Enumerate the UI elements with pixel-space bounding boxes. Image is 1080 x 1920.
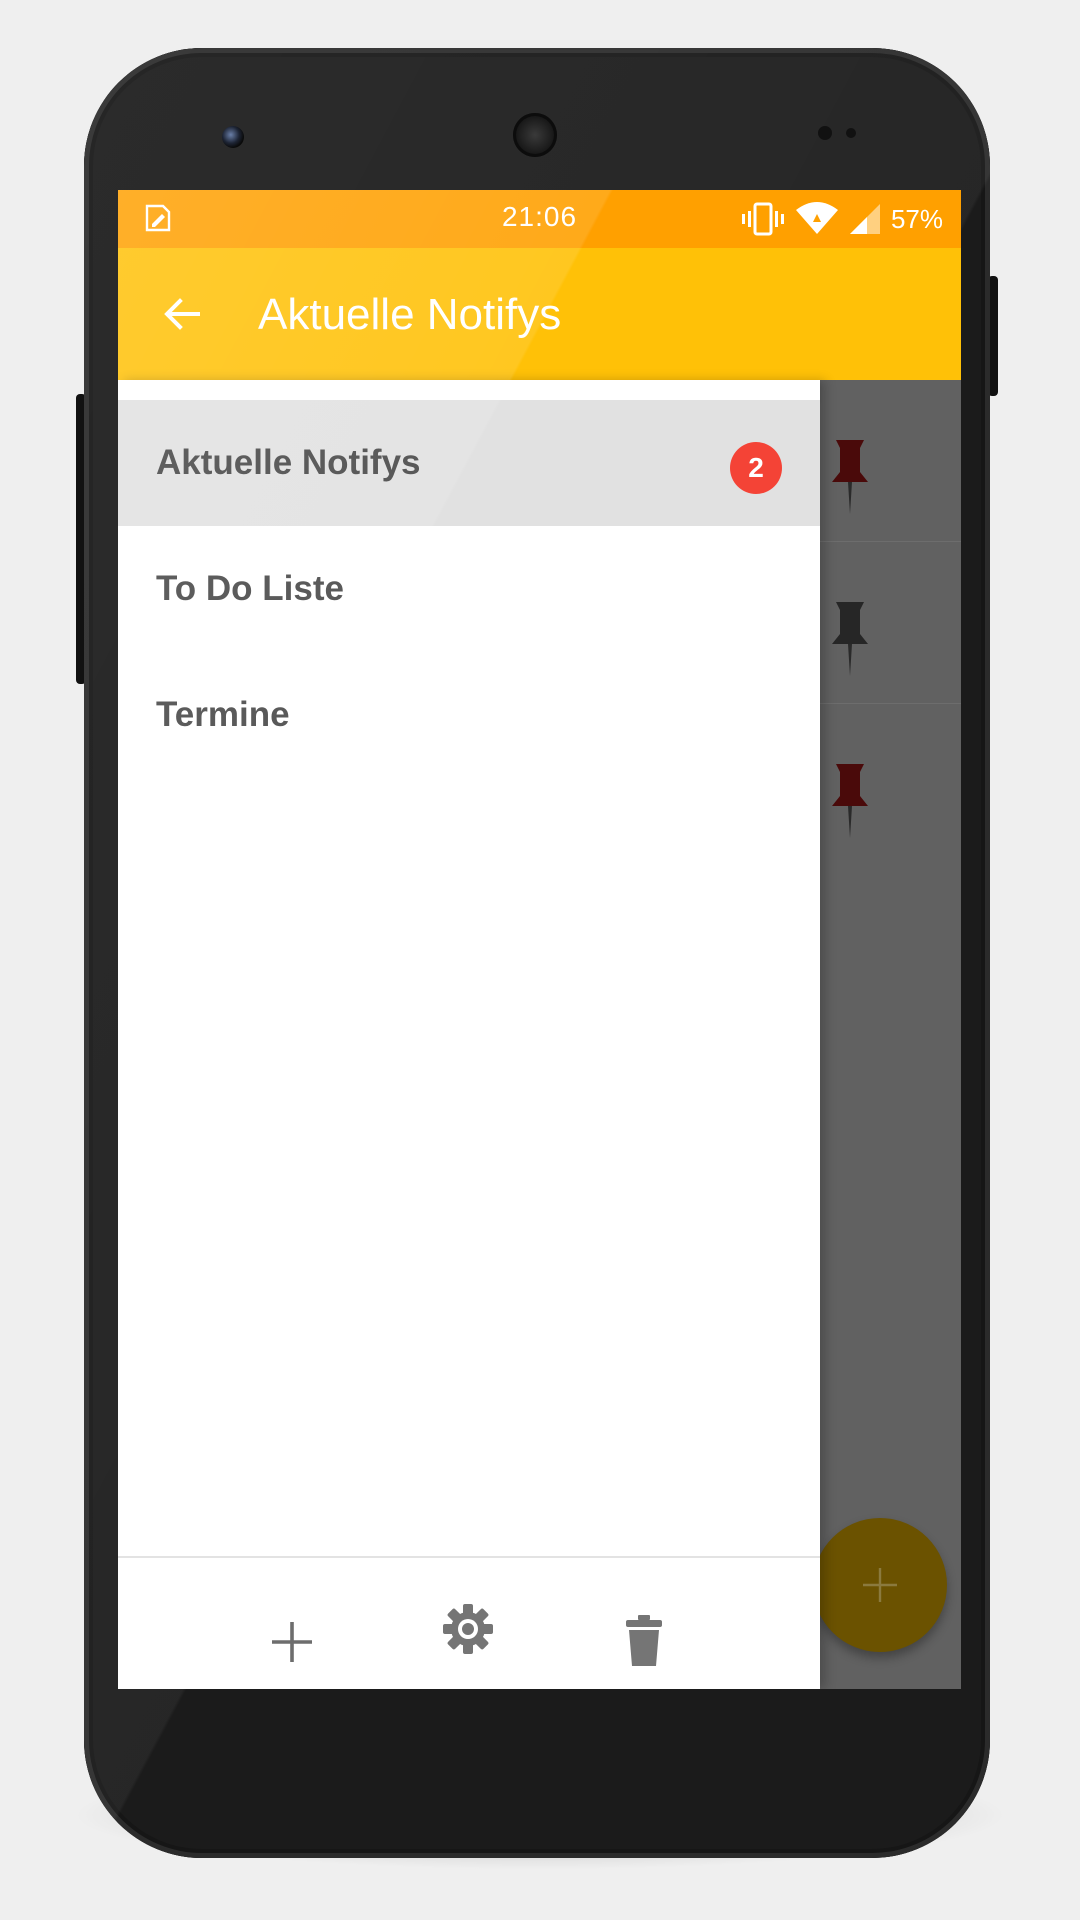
drawer-top-shadow — [118, 380, 820, 400]
list-item — [818, 542, 961, 704]
list-item — [818, 380, 961, 542]
proximity-sensor — [818, 126, 832, 140]
navigation-drawer: Aktuelle Notifys 2 To Do Liste Termine — [118, 380, 820, 1689]
count-badge: 2 — [730, 442, 782, 494]
background-list — [818, 380, 961, 865]
drawer-item-termine[interactable]: Termine — [118, 652, 820, 778]
page-title: Aktuelle Notifys — [258, 290, 562, 339]
pin-icon — [832, 764, 868, 838]
drawer-item-to-do-liste[interactable]: To Do Liste — [118, 526, 820, 652]
drawer-item-label: To Do Liste — [156, 569, 344, 608]
drawer-divider — [118, 1556, 820, 1558]
drawer-item-label: Termine — [156, 695, 290, 734]
pin-icon — [832, 602, 868, 676]
light-sensor — [846, 128, 856, 138]
status-bar: 21:06 57% — [118, 190, 961, 248]
drawer-item-aktuelle-notifys[interactable]: Aktuelle Notifys 2 — [118, 400, 820, 526]
vibrate-icon — [741, 202, 784, 236]
pin-icon — [832, 440, 868, 514]
trash-icon[interactable] — [624, 1614, 664, 1668]
add-fab-button[interactable] — [813, 1518, 947, 1652]
list-item — [818, 704, 961, 865]
earpiece-speaker — [513, 113, 557, 157]
plus-icon — [863, 1568, 897, 1602]
arrow-back-icon[interactable] — [160, 292, 204, 336]
battery-level: 57% — [890, 203, 943, 234]
front-camera — [222, 126, 244, 148]
wifi-icon — [795, 202, 838, 234]
screen: 21:06 57% Aktuelle Notifys Aktuelle Noti… — [118, 190, 961, 1689]
gear-icon[interactable] — [442, 1603, 494, 1655]
add-icon[interactable] — [270, 1620, 314, 1664]
app-bar: Aktuelle Notifys — [118, 248, 961, 380]
signal-icon — [849, 204, 880, 234]
drawer-item-label: Aktuelle Notifys — [156, 443, 421, 482]
status-icons: 57% — [741, 200, 943, 238]
